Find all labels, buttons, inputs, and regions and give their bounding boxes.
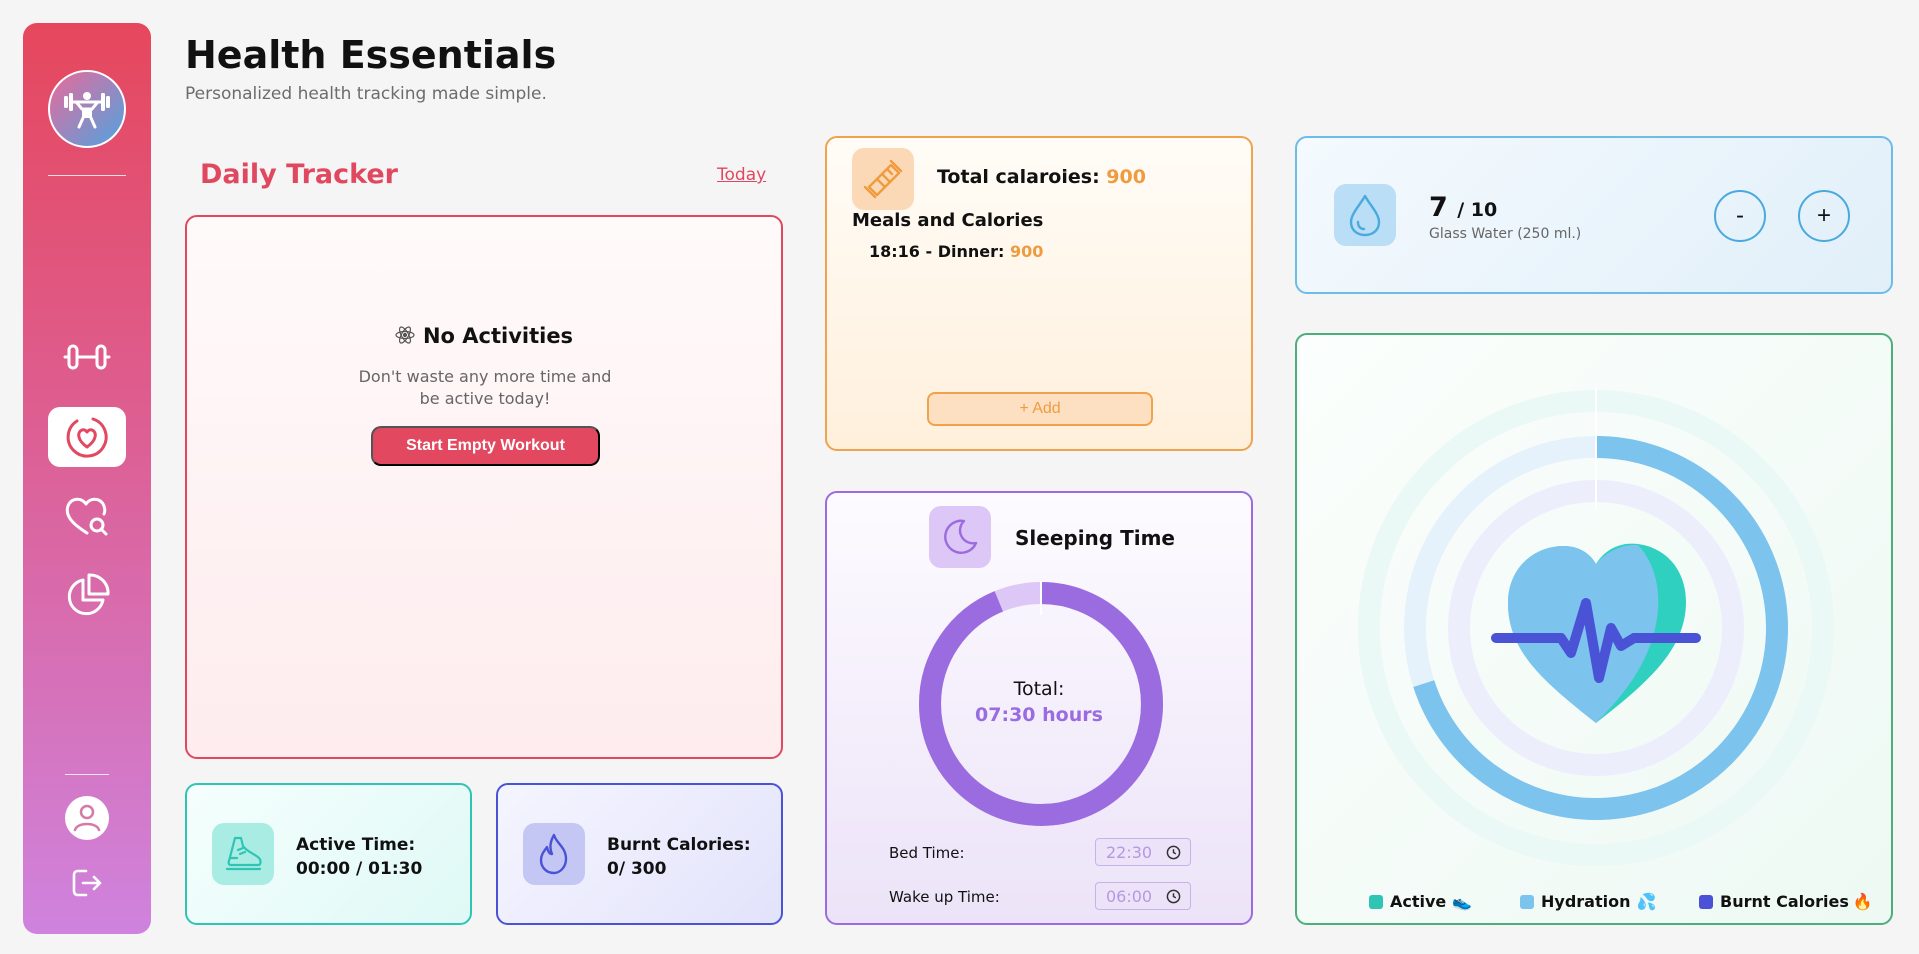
- bed-time-label: Bed Time:: [889, 844, 965, 862]
- water-drop-icon-tile: [1334, 184, 1396, 246]
- meal-icon-tile: [852, 148, 914, 210]
- sidebar-item-health[interactable]: [48, 407, 126, 467]
- sidebar-divider-top: [48, 175, 126, 176]
- clock-icon: [1166, 845, 1181, 860]
- burnt-calories-value: 0/ 300: [607, 859, 667, 879]
- moon-icon: [944, 519, 978, 554]
- meals-heading: Meals and Calories: [852, 210, 1044, 231]
- burnt-calories-card: Burnt Calories: 0/ 300: [496, 783, 783, 925]
- sidebar-item-analytics[interactable]: [48, 566, 126, 626]
- water-goal: / 10: [1457, 199, 1498, 221]
- page-subtitle: Personalized health tracking made simple…: [185, 84, 547, 104]
- heart-pulse-icon: [66, 417, 108, 458]
- flame-icon: [539, 833, 568, 875]
- weightlifter-icon: [64, 92, 110, 129]
- legend-hydration-swatch: [1520, 894, 1534, 909]
- activity-rings-chart: [1358, 388, 1834, 866]
- sidebar: [23, 23, 151, 934]
- moon-icon-tile: [929, 506, 991, 568]
- atom-icon: [395, 326, 415, 344]
- overview-card: Active 👟 Hydration 💦 Burnt Calories 🔥: [1295, 333, 1893, 925]
- water-description: Glass Water (250 ml.): [1429, 226, 1582, 242]
- heart-search-icon: [65, 497, 108, 536]
- today-link[interactable]: Today: [717, 165, 766, 185]
- legend-burnt-swatch: [1699, 894, 1713, 909]
- legend-burnt-calories: Burnt Calories 🔥: [1699, 892, 1873, 911]
- legend-burnt-emoji: 🔥: [1852, 892, 1873, 911]
- no-activities-heading: No Activities: [187, 324, 781, 348]
- no-activities-text: Don't waste any more time and be active …: [358, 367, 612, 408]
- meal-entry: 18:16 - Dinner: 900: [869, 242, 1043, 261]
- energy-bar-icon: [863, 159, 903, 199]
- heart-pulse-illustration: [1491, 543, 1701, 723]
- sidebar-item-workouts[interactable]: [48, 327, 126, 387]
- total-calories-label: Total calaroies:: [937, 166, 1100, 188]
- legend-active: Active 👟: [1369, 892, 1472, 911]
- water-drop-icon: [1349, 194, 1381, 237]
- page-title: Health Essentials: [185, 33, 557, 77]
- user-icon: [65, 796, 109, 840]
- bed-time-input[interactable]: 22:30: [1095, 838, 1191, 866]
- legend-hydration: Hydration 💦: [1520, 892, 1656, 911]
- logo: [48, 70, 126, 148]
- sleep-card: Sleeping Time Total: 07:30 hours Bed Tim…: [825, 491, 1253, 925]
- no-activities-title: No Activities: [422, 324, 574, 348]
- water-count: 7 / 10: [1429, 192, 1497, 223]
- logout-icon: [72, 869, 102, 897]
- pie-chart-icon: [67, 573, 110, 616]
- meal-entry-calories: 900: [1009, 242, 1044, 261]
- active-time-text: Active Time: 00:00 / 01:30: [296, 833, 422, 881]
- legend-burnt-label: Burnt Calories: [1720, 892, 1849, 911]
- total-calories: Total calaroies: 900: [937, 166, 1146, 188]
- legend-hydration-emoji: 💦: [1636, 892, 1657, 911]
- clock-icon: [1166, 889, 1181, 904]
- wake-time-label: Wake up Time:: [889, 888, 1000, 906]
- active-time-card: Active Time: 00:00 / 01:30: [185, 783, 472, 925]
- bed-time-value: 22:30: [1106, 842, 1153, 862]
- active-time-value: 00:00 / 01:30: [296, 859, 423, 879]
- sleep-title: Sleeping Time: [1015, 526, 1175, 550]
- burnt-calories-label: Burnt Calories:: [607, 835, 751, 855]
- legend-active-swatch: [1369, 894, 1383, 909]
- water-decrement-button[interactable]: -: [1714, 190, 1766, 242]
- dumbbell-icon: [63, 344, 111, 370]
- sidebar-divider-bottom: [65, 774, 109, 775]
- daily-tracker-title: Daily Tracker: [200, 159, 398, 190]
- meals-card: Total calaroies: 900 Meals and Calories …: [825, 136, 1253, 451]
- sidebar-item-logout[interactable]: [48, 861, 126, 905]
- flame-icon-tile: [523, 823, 585, 885]
- active-time-label: Active Time:: [296, 835, 416, 855]
- add-meal-button[interactable]: + Add: [927, 392, 1153, 426]
- burnt-calories-text: Burnt Calories: 0/ 300: [607, 833, 751, 881]
- sleep-total-value: 07:30 hours: [975, 704, 1103, 726]
- wake-time-input[interactable]: 06:00: [1095, 882, 1191, 910]
- meal-entry-text: 18:16 - Dinner:: [869, 242, 1005, 261]
- start-empty-workout-button[interactable]: Start Empty Workout: [371, 426, 600, 466]
- legend-hydration-label: Hydration: [1541, 892, 1631, 911]
- total-calories-value: 900: [1106, 166, 1146, 188]
- water-count-value: 7: [1429, 192, 1448, 223]
- water-card: 7 / 10 Glass Water (250 ml.) - +: [1295, 136, 1893, 294]
- sidebar-item-health-search[interactable]: [48, 486, 126, 546]
- water-increment-button[interactable]: +: [1798, 190, 1850, 242]
- sidebar-item-profile[interactable]: [48, 793, 126, 843]
- sneaker-icon-tile: [212, 823, 274, 885]
- daily-tracker-card: No Activities Don't waste any more time …: [185, 215, 783, 759]
- sneaker-icon: [225, 836, 262, 871]
- legend-active-emoji: 👟: [1452, 892, 1473, 911]
- legend-active-label: Active: [1390, 892, 1447, 911]
- wake-time-value: 06:00: [1106, 886, 1153, 906]
- sleep-total-label: Total:: [1013, 678, 1065, 700]
